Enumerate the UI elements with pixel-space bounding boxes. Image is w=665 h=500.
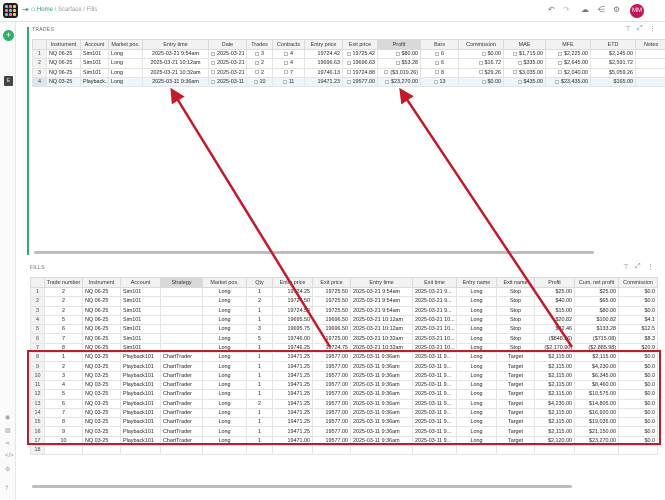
arrow-to-entry-time xyxy=(170,87,332,348)
app-window: ⇥ ⌂ Home / Scarface / Fills ↶ ↷ ☁ ⋲ ⚙ MM… xyxy=(0,0,665,500)
annotation-arrows xyxy=(170,87,574,348)
arrow-to-profit xyxy=(399,87,574,348)
